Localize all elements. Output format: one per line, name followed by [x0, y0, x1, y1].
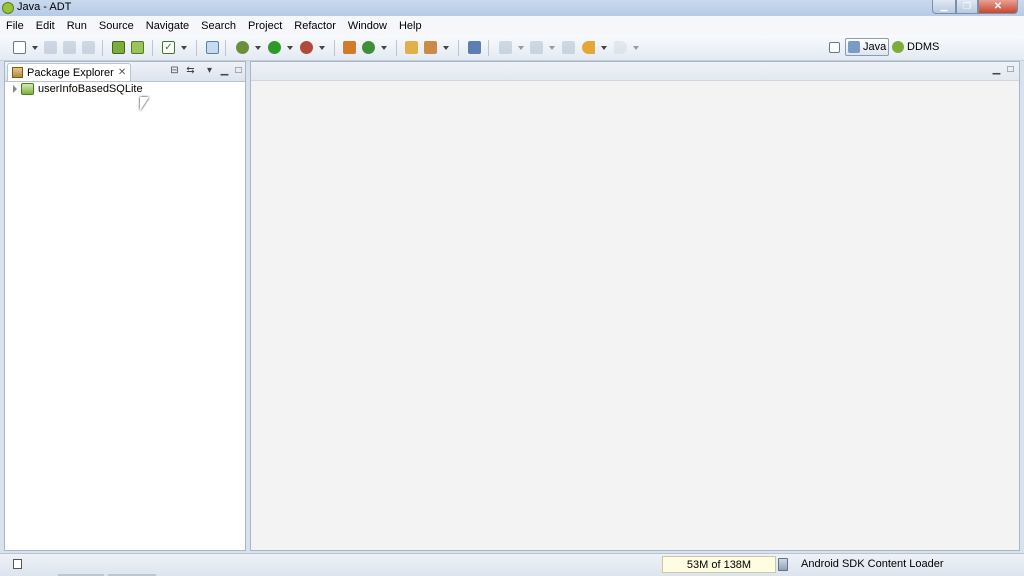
menu-bar: File Edit Run Source Navigate Search Pro…	[0, 16, 1024, 35]
project-name: userInfoBasedSQLite	[38, 83, 143, 95]
toolbar-separator	[152, 40, 153, 56]
menu-help[interactable]: Help	[393, 20, 428, 32]
window-title: Java - ADT	[17, 1, 72, 13]
next-annotation-icon[interactable]	[499, 41, 512, 54]
ddms-perspective-icon	[892, 41, 904, 53]
new-dropdown-icon[interactable]	[32, 46, 38, 50]
adt-app-icon	[2, 2, 14, 14]
new-java-class-icon[interactable]	[362, 41, 375, 54]
toggle-mark-occurrences-icon[interactable]	[468, 41, 481, 54]
java-perspective-icon	[848, 41, 860, 53]
menu-project[interactable]: Project	[242, 20, 288, 32]
close-view-icon[interactable]: ✕	[118, 67, 126, 78]
maximize-view-icon[interactable]: □	[233, 65, 244, 76]
previous-annotation-icon[interactable]	[530, 41, 543, 54]
collapse-all-icon[interactable]: ⊟	[169, 65, 180, 76]
back-dropdown-icon[interactable]	[601, 46, 607, 50]
run-dropdown-icon[interactable]	[287, 46, 293, 50]
menu-file[interactable]: File	[0, 20, 30, 32]
ddms-perspective-label: DDMS	[907, 41, 940, 53]
package-explorer-header: Package Explorer ✕ ⊟ ⇆ ▾ ▁ □	[5, 62, 245, 82]
minimize-view-icon[interactable]: ▁	[219, 65, 230, 76]
toolbar-separator	[196, 40, 197, 56]
package-explorer-tab-label: Package Explorer	[27, 66, 114, 79]
toolbar-separator	[488, 40, 489, 56]
minimize-icon: ▁	[940, 1, 948, 11]
menu-source[interactable]: Source	[93, 20, 140, 32]
maximize-editor-icon[interactable]: □	[1005, 64, 1016, 75]
heap-status: 53M of 138M	[662, 556, 776, 573]
avd-manager-icon[interactable]	[131, 41, 144, 54]
package-explorer-icon	[12, 67, 23, 78]
editor-header: ▁ □	[251, 62, 1019, 81]
run-gc-icon[interactable]	[778, 558, 788, 571]
external-tools-icon[interactable]	[300, 41, 313, 54]
expand-icon[interactable]	[13, 85, 17, 93]
save-all-icon[interactable]	[63, 41, 76, 54]
back-icon[interactable]	[582, 41, 595, 54]
window-controls: ▁ ❐ ✕	[932, 0, 1018, 14]
open-type-icon[interactable]	[405, 41, 418, 54]
close-icon: ✕	[993, 1, 1003, 12]
package-explorer-view: Package Explorer ✕ ⊟ ⇆ ▾ ▁ □ userInfoBas…	[4, 61, 246, 551]
link-with-editor-icon[interactable]: ⇆	[185, 65, 196, 76]
toolbar-separator	[396, 40, 397, 56]
toolbar-separator	[102, 40, 103, 56]
lint-check-icon[interactable]: ✓	[162, 41, 175, 54]
menu-edit[interactable]: Edit	[30, 20, 61, 32]
close-button[interactable]: ✕	[978, 0, 1018, 14]
new-class-dropdown-icon[interactable]	[381, 46, 387, 50]
android-sdk-manager-icon[interactable]	[112, 41, 125, 54]
status-bar: 53M of 138M Android SDK Content Loader	[0, 553, 1024, 576]
toolbar-separator	[225, 40, 226, 56]
toolbar-separator	[458, 40, 459, 56]
android-project-icon	[21, 83, 34, 95]
minimize-button[interactable]: ▁	[932, 0, 956, 14]
restore-icon: ❐	[962, 1, 972, 11]
lint-dropdown-icon[interactable]	[181, 46, 187, 50]
forward-dropdown-icon[interactable]	[633, 46, 639, 50]
forward-icon[interactable]	[614, 41, 627, 54]
open-perspective-icon[interactable]	[829, 42, 840, 53]
menu-window[interactable]: Window	[342, 20, 393, 32]
tree-item-project[interactable]: userInfoBasedSQLite	[13, 83, 143, 95]
main-toolbar: ✓ Java DDMS	[0, 35, 1024, 61]
status-message: Android SDK Content Loader	[801, 558, 944, 570]
maximize-button[interactable]: ❐	[956, 0, 978, 14]
view-menu-icon[interactable]: ▾	[204, 65, 215, 76]
menu-navigate[interactable]: Navigate	[140, 20, 195, 32]
search-icon[interactable]	[424, 41, 437, 54]
minimize-editor-icon[interactable]: ▁	[991, 64, 1002, 75]
ddms-perspective-button[interactable]: DDMS	[892, 38, 939, 56]
external-tools-dropdown-icon[interactable]	[319, 46, 325, 50]
menu-search[interactable]: Search	[195, 20, 242, 32]
new-java-package-icon[interactable]	[343, 41, 356, 54]
debug-dropdown-icon[interactable]	[255, 46, 261, 50]
menu-refactor[interactable]: Refactor	[288, 20, 342, 32]
next-annotation-dropdown-icon[interactable]	[518, 46, 524, 50]
debug-icon[interactable]	[236, 41, 249, 54]
fast-view-icon[interactable]	[13, 559, 22, 569]
new-icon[interactable]	[13, 41, 26, 54]
save-icon[interactable]	[44, 41, 57, 54]
package-explorer-tab[interactable]: Package Explorer ✕	[7, 63, 132, 81]
editor-area: ▁ □	[250, 61, 1020, 551]
java-perspective-label: Java	[863, 41, 887, 53]
menu-run[interactable]: Run	[61, 20, 93, 32]
java-perspective-button[interactable]: Java	[845, 38, 889, 56]
previous-annotation-dropdown-icon[interactable]	[549, 46, 555, 50]
mouse-cursor-icon	[140, 97, 149, 111]
run-icon[interactable]	[268, 41, 281, 54]
last-edit-location-icon[interactable]	[562, 41, 575, 54]
toolbar-separator	[334, 40, 335, 56]
print-icon[interactable]	[82, 41, 95, 54]
new-android-project-icon[interactable]	[206, 41, 219, 54]
search-dropdown-icon[interactable]	[443, 46, 449, 50]
title-bar: Java - ADT ▁ ❐ ✕	[0, 0, 1024, 16]
